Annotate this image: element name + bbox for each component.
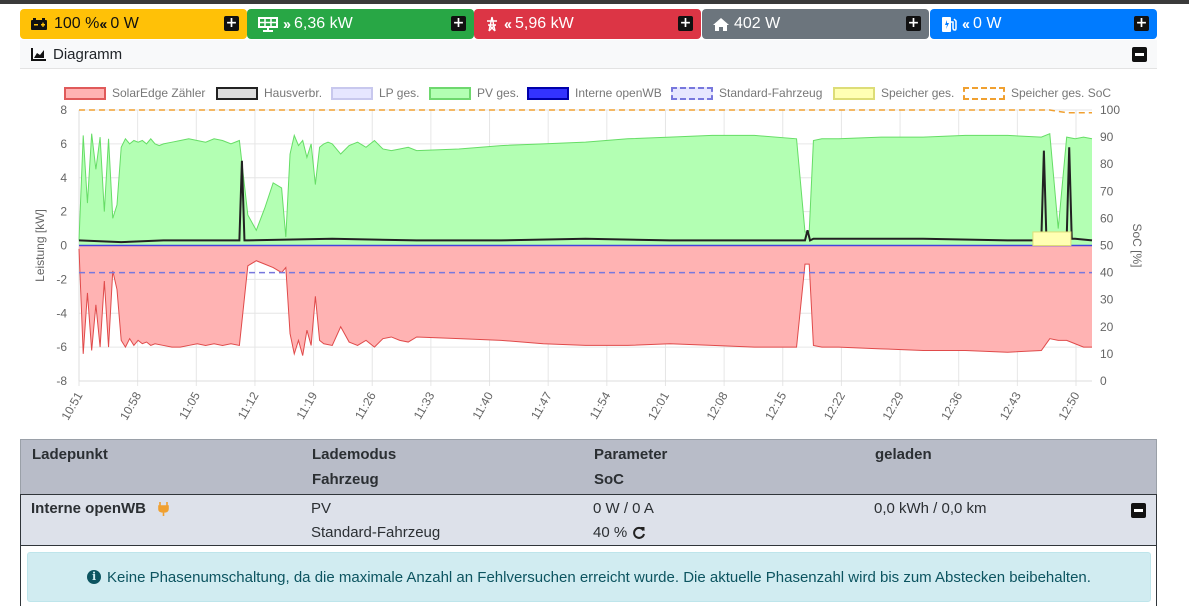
- header-parameter: Parameter: [594, 446, 668, 463]
- y-right-tick-label: 50: [1100, 239, 1114, 253]
- y-tick-label: 0: [60, 239, 67, 253]
- power-tower-icon: [484, 16, 500, 32]
- y-right-tick-label: 0: [1100, 374, 1107, 388]
- expand-plus-icon[interactable]: +: [224, 16, 239, 31]
- x-tick-label: 11:12: [235, 389, 262, 422]
- pv-power: 6,36 kW: [294, 15, 353, 32]
- y-right-tick-label: 70: [1100, 184, 1114, 198]
- battery-power: 0 W: [110, 15, 139, 32]
- grid-status-button[interactable]: ‹‹ 5,96 kW +: [474, 9, 701, 39]
- header-lademodus: Lademodus: [312, 446, 397, 463]
- x-tick-label: 11:19: [293, 389, 320, 422]
- chart-canvas: 86420-2-4-6-8100908070605040302010010:51…: [33, 103, 1144, 423]
- x-tick-label: 12:15: [762, 389, 789, 422]
- top-border: [0, 0, 1189, 4]
- grid-power: 5,96 kW: [515, 15, 574, 32]
- y-right-tick-label: 40: [1100, 266, 1114, 280]
- y-axis-title: Leistung [kW]: [33, 209, 47, 282]
- y-right-axis-title: SoC [%]: [1130, 223, 1144, 267]
- charge-point-table: Ladepunkt Lademodus Fahrzeug Parameter S…: [20, 439, 1157, 606]
- info-section: i Keine Phasenumschaltung, da die maxima…: [20, 546, 1157, 606]
- expand-plus-icon[interactable]: +: [451, 16, 466, 31]
- y-right-tick-label: 80: [1100, 157, 1114, 171]
- x-tick-label: 10:58: [117, 389, 144, 422]
- house-icon: [712, 17, 730, 32]
- storage-series-area: [1032, 231, 1072, 246]
- charged-amount: 0,0 kWh / 0,0 km: [874, 500, 987, 517]
- x-tick-label: 12:50: [1055, 389, 1082, 422]
- y-tick-label: -6: [56, 340, 67, 354]
- charge-mode[interactable]: PV: [311, 500, 331, 517]
- expand-plus-icon[interactable]: +: [906, 16, 921, 31]
- x-tick-label: 11:05: [176, 389, 203, 422]
- vehicle-name[interactable]: Standard-Fahrzeug: [311, 524, 440, 541]
- x-tick-label: 11:26: [352, 389, 379, 422]
- y-tick-label: 8: [60, 103, 67, 117]
- x-tick-label: 11:54: [587, 389, 614, 422]
- chevrons-right-icon: ››: [283, 15, 291, 33]
- battery-status-button[interactable]: 100 % ‹‹ 0 W +: [20, 9, 247, 39]
- pv-series-area: [79, 133, 1092, 246]
- y-right-tick-label: 60: [1100, 211, 1114, 225]
- house-power: 402 W: [734, 15, 781, 32]
- header-fahrzeug: Fahrzeug: [312, 471, 379, 488]
- header-geladen: geladen: [875, 446, 932, 463]
- x-tick-label: 11:33: [411, 389, 438, 422]
- header-ladepunkt: Ladepunkt: [32, 446, 108, 463]
- x-tick-label: 10:51: [58, 389, 85, 422]
- x-tick-label: 12:29: [880, 389, 907, 422]
- y-tick-label: -2: [56, 272, 67, 286]
- y-tick-label: 4: [60, 171, 67, 185]
- y-right-tick-label: 20: [1100, 320, 1114, 334]
- header-soc: SoC: [594, 471, 624, 488]
- collapse-minus-icon[interactable]: [1131, 503, 1146, 518]
- battery-soc: 100 %: [54, 15, 100, 32]
- alert-text: Keine Phasenumschaltung, da die maximale…: [107, 568, 1091, 586]
- y-right-tick-label: 10: [1100, 347, 1114, 361]
- charge-parameter: 0 W / 0 A: [593, 500, 654, 517]
- y-tick-label: -4: [56, 306, 67, 320]
- pv-status-button[interactable]: ›› 6,36 kW +: [247, 9, 474, 39]
- x-tick-label: 12:43: [997, 389, 1024, 422]
- y-tick-label: -8: [56, 374, 67, 388]
- expand-plus-icon[interactable]: +: [1134, 16, 1149, 31]
- battery-icon: [30, 17, 50, 31]
- expand-plus-icon[interactable]: +: [678, 16, 693, 31]
- y-right-tick-label: 30: [1100, 293, 1114, 307]
- charging-station-icon: [940, 16, 958, 33]
- chart-card: Diagramm SolarEdge Zähler Hausverbr. LP ge…: [20, 40, 1157, 436]
- grid-meter-series-area: [79, 245, 1092, 356]
- charge-point-name: Interne openWB: [31, 500, 146, 517]
- status-bar: 100 % ‹‹ 0 W + ›› 6,36 kW + ‹‹ 5,96 kW +…: [20, 9, 1157, 39]
- x-tick-label: 12:01: [645, 389, 672, 422]
- y-tick-label: 6: [60, 137, 67, 151]
- phase-switch-alert: i Keine Phasenumschaltung, da die maxima…: [27, 552, 1151, 602]
- refresh-icon[interactable]: [632, 526, 646, 544]
- chevrons-left-icon: ‹‹: [99, 15, 107, 33]
- y-tick-label: 2: [60, 205, 67, 219]
- y-right-tick-label: 90: [1100, 130, 1114, 144]
- vehicle-soc: 40 %: [593, 524, 628, 541]
- x-tick-label: 12:08: [704, 389, 731, 422]
- solar-panel-icon: [257, 16, 279, 32]
- plug-icon: [158, 502, 169, 520]
- x-tick-label: 11:40: [469, 389, 496, 422]
- table-header: Ladepunkt Lademodus Fahrzeug Parameter S…: [20, 439, 1157, 494]
- house-status-button[interactable]: 402 W +: [702, 9, 929, 39]
- x-tick-label: 12:36: [938, 389, 965, 422]
- info-circle-icon: i: [87, 570, 102, 584]
- y-right-tick-label: 100: [1100, 103, 1120, 117]
- chevrons-left-icon: ‹‹: [962, 15, 970, 33]
- charger-power: 0 W: [973, 15, 1002, 32]
- chevrons-left-icon: ‹‹: [504, 15, 512, 33]
- x-tick-label: 12:22: [821, 389, 848, 422]
- x-tick-label: 11:47: [528, 389, 555, 422]
- table-row[interactable]: Interne openWB PV Standard-Fahrzeug 0 W …: [20, 494, 1157, 546]
- charger-status-button[interactable]: ‹‹ 0 W +: [930, 9, 1157, 39]
